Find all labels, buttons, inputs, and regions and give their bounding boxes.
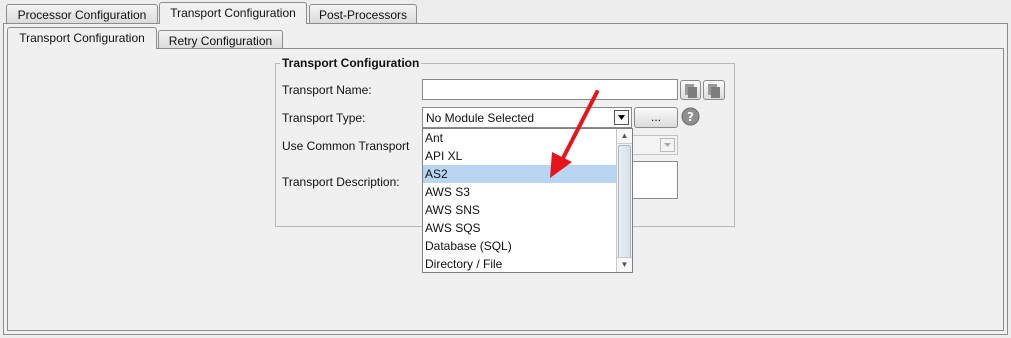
subtab-transport-configuration[interactable]: Transport Configuration: [7, 27, 157, 49]
scroll-up-icon[interactable]: ▲: [617, 129, 632, 144]
red-arrow-icon: [550, 90, 599, 178]
ellipsis-button[interactable]: ...: [634, 107, 678, 128]
scroll-down-icon[interactable]: ▼: [617, 257, 632, 272]
dropdown-option[interactable]: AWS SQS: [423, 219, 617, 237]
copy-button[interactable]: [680, 80, 701, 100]
transport-type-value: No Module Selected: [426, 111, 535, 125]
tab-label: Transport Configuration: [170, 6, 296, 20]
transport-name-label: Transport Name:: [282, 83, 372, 97]
scroll-thumb[interactable]: [618, 145, 631, 268]
subtab-retry-configuration[interactable]: Retry Configuration: [158, 30, 283, 50]
group-title: Transport Configuration: [280, 56, 422, 70]
transport-type-label: Transport Type:: [282, 111, 366, 125]
dropdown-option[interactable]: Database (SQL): [423, 237, 617, 255]
transport-description-label: Transport Description:: [282, 175, 400, 189]
tab-transport-configuration[interactable]: Transport Configuration: [159, 2, 307, 24]
tab-label: Processor Configuration: [17, 8, 147, 22]
dropdown-button[interactable]: [614, 110, 629, 125]
paste-button[interactable]: [703, 80, 725, 100]
subtab-label: Retry Configuration: [168, 34, 273, 48]
paste-icon: [708, 84, 720, 98]
subtab-label: Transport Configuration: [19, 31, 145, 45]
help-button[interactable]: ?: [681, 107, 700, 126]
common-dropdown-button[interactable]: [660, 138, 675, 152]
chevron-down-icon: [664, 143, 671, 147]
dropdown-scrollbar[interactable]: ▲ ▼: [616, 129, 632, 272]
tab-processor-configuration[interactable]: Processor Configuration: [6, 4, 158, 24]
copy-icon: [685, 84, 697, 98]
dropdown-option[interactable]: AWS SNS: [423, 201, 617, 219]
chevron-down-icon: [618, 115, 625, 120]
ellipsis-label: ...: [650, 110, 661, 124]
use-common-transport-label: Use Common Transport: [282, 139, 410, 153]
dropdown-option[interactable]: Directory / File: [423, 255, 617, 272]
tab-label: Post-Processors: [318, 8, 408, 22]
svg-text:?: ?: [687, 110, 694, 124]
tab-post-processors[interactable]: Post-Processors: [309, 4, 417, 24]
help-icon: ?: [681, 107, 700, 126]
